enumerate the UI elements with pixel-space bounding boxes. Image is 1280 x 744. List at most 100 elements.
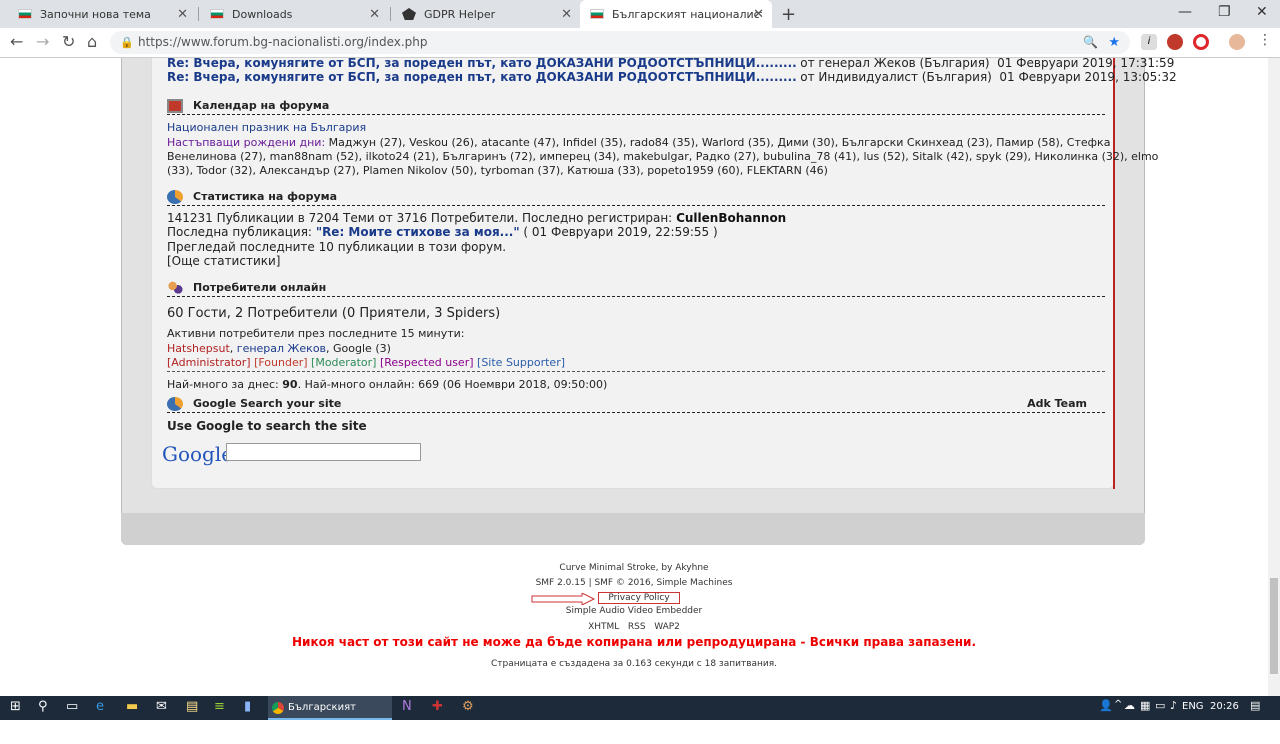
online-section-header: Потребители онлайн [167,279,1105,297]
zoom-icon[interactable]: 🔍 [1083,31,1098,54]
group-moderator[interactable]: [Moderator] [311,356,376,369]
onenote-icon[interactable]: N [402,699,412,714]
wap2-link[interactable]: WAP2 [654,622,680,632]
web-page: Re: Вчера, комунягите от БСП, за пореден… [0,58,1268,696]
edge-icon[interactable]: e [96,699,104,714]
stats-pie-icon [167,189,183,204]
close-icon[interactable]: ✕ [753,7,764,22]
maximize-icon[interactable]: ❐ [1218,4,1231,20]
bookmark-star-icon[interactable]: ★ [1108,31,1120,54]
format-links: XHTML RSS WAP2 [0,622,1268,632]
rss-link[interactable]: RSS [628,622,646,632]
close-icon[interactable]: ✕ [561,7,572,22]
copyright-notice: Никоя част от този сайт не може да бъде … [292,635,976,649]
battery-icon[interactable]: ▭ [1155,699,1165,712]
language-indicator[interactable]: ENG [1182,701,1204,712]
new-tab-icon[interactable]: + [781,4,796,25]
people-icon[interactable]: 👤 [1099,699,1113,712]
spider-text: Google (3) [333,342,391,355]
recent-post: Re: Вчера, комунягите от БСП, за пореден… [167,70,1177,84]
forum-bottom-bar [121,513,1145,545]
adk-team-credit[interactable]: Adk Team [1027,397,1087,410]
extension-block-icon[interactable] [1167,34,1183,50]
tab-nationalist-forum[interactable]: Българският националистическ ✕ [580,0,772,28]
file-explorer-icon[interactable]: ▬ [126,699,138,714]
app-icon[interactable]: ▮ [244,699,251,714]
scrollbar-thumb[interactable] [1270,578,1278,674]
uk-flag-icon[interactable]: ✚ [432,699,443,714]
task-view-icon[interactable]: ▭ [66,699,78,714]
app-icon[interactable]: ≡ [214,699,225,714]
google-search-input[interactable] [226,443,421,461]
back-icon[interactable]: ← [10,32,23,51]
divider [167,371,1105,372]
google-section-header: Google Search your site Adk Team [167,395,1105,413]
onedrive-icon[interactable]: ☁ [1124,699,1135,712]
forward-icon[interactable]: → [36,32,49,51]
last-post-date: ( 01 Февруари 2019, 22:59:55 ) [523,225,718,239]
windows-start-icon[interactable]: ⊞ [10,699,21,714]
online-summary: 60 Гости, 2 Потребители (0 Приятели, 3 S… [167,306,501,321]
notepad-icon[interactable]: ▤ [186,699,198,714]
taskbar-chrome-app[interactable]: Българският национ... [268,696,392,737]
tab-separator [198,7,199,21]
birthdays-list[interactable]: Маджун (27), Veskou (26), atacante (47),… [329,136,1111,149]
user-link[interactable]: Hatshepsut [167,342,230,355]
reload-icon[interactable]: ↻ [62,32,75,51]
post-title[interactable]: Re: Вчера, комунягите от БСП, за пореден… [167,58,797,70]
mail-icon[interactable]: ✉ [156,699,167,714]
vertical-scrollbar[interactable] [1268,58,1280,696]
close-icon[interactable]: ✕ [369,7,380,22]
holiday-text[interactable]: Национален празник на България [167,121,1107,134]
tab-gdpr-helper[interactable]: GDPR Helper ✕ [392,0,580,28]
network-icon[interactable]: ▦ [1140,699,1150,712]
browser-toolbar: ← → ↻ ⌂ 🔒 https://www.forum.bg-nacionali… [0,28,1280,58]
chrome-icon [272,702,284,714]
profile-avatar-icon[interactable] [1229,34,1245,50]
close-icon[interactable]: ✕ [177,7,188,22]
birthdays-line[interactable]: (33), Todor (32), Александър (27), Plame… [167,164,1107,177]
tab-title: Downloads [232,7,293,21]
user-link[interactable]: генерал Жеков [237,342,326,355]
tray-chevron-icon[interactable]: ^ [1114,699,1122,710]
clock[interactable]: 20:26 [1210,701,1239,712]
latest-member-link[interactable]: CullenBohannon [676,211,786,225]
calendar-section-header: Календар на форума [167,97,1105,115]
embedder-credit[interactable]: Simple Audio Video Embedder [0,606,1268,616]
address-bar[interactable]: 🔒 https://www.forum.bg-nacionalisti.org/… [110,31,1130,54]
arrow-right-icon [531,593,596,605]
last-post-link[interactable]: "Re: Моите стихове за моя..." [316,225,520,239]
group-site-supporter[interactable]: [Site Supporter] [477,356,565,369]
window-close-icon[interactable]: ✕ [1256,4,1268,20]
app-icon[interactable]: ⚙ [462,699,474,714]
notifications-icon[interactable]: ▤ [1250,699,1260,712]
post-title[interactable]: Re: Вчера, комунягите от БСП, за пореден… [167,70,797,84]
tab-separator [390,7,391,21]
tab-new-topic[interactable]: Започни нова тема ✕ [8,0,196,28]
recent-post: Re: Вчера, комунягите от БСП, за пореден… [167,58,1174,70]
extension-info-icon[interactable]: i [1141,34,1157,50]
birthdays-line[interactable]: Венелинова (27), man88nam (52), ilkoto24… [167,150,1158,163]
more-stats-link[interactable]: [Още статистики] [167,254,1107,268]
group-administrator[interactable]: [Administrator] [167,356,251,369]
users-icon [167,280,183,295]
calendar-icon [167,98,183,113]
recent-posts-link[interactable]: Прегледай последните 10 публикации в тоз… [167,240,1107,254]
post-date: 01 Февруари 2019, 13:05:32 [999,70,1177,84]
smf-credit[interactable]: SMF 2.0.15 | SMF © 2016, Simple Machines [0,578,1268,588]
theme-credit[interactable]: Curve Minimal Stroke, by Akyhne [0,563,1268,573]
minimize-icon[interactable]: — [1178,4,1192,20]
tab-downloads[interactable]: Downloads ✕ [200,0,388,28]
search-icon[interactable]: ⚲ [38,699,48,714]
privacy-policy-link[interactable]: Privacy Policy [598,592,680,604]
group-respected-user[interactable]: [Respected user] [380,356,474,369]
page-generated-text: Страницата е създадена за 0.163 секунди … [490,659,778,669]
menu-icon[interactable]: ⋮ [1258,32,1272,48]
xhtml-link[interactable]: XHTML [588,622,619,632]
section-title: Потребители онлайн [193,281,327,294]
volume-icon[interactable]: ♪ [1170,699,1177,712]
tab-bar: Започни нова тема ✕ Downloads ✕ GDPR Hel… [0,0,1280,28]
opera-icon[interactable] [1193,34,1209,50]
home-icon[interactable]: ⌂ [87,32,97,51]
group-founder[interactable]: [Founder] [254,356,307,369]
